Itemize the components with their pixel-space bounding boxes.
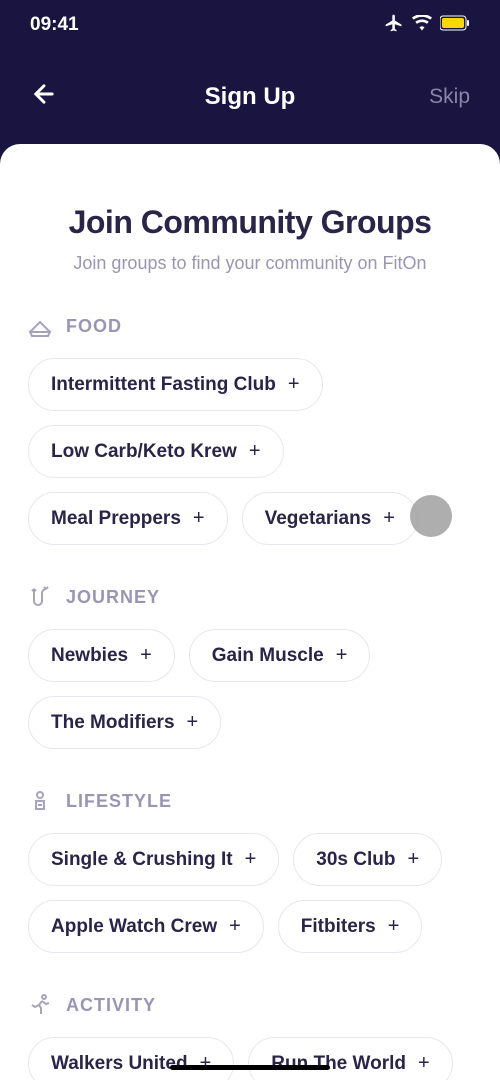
chip-walkers-united[interactable]: Walkers United + bbox=[28, 1037, 234, 1080]
section-header: ACTIVITY bbox=[28, 993, 472, 1017]
chip-label: 30s Club bbox=[316, 849, 395, 871]
plus-icon: + bbox=[245, 848, 257, 871]
plus-icon: + bbox=[249, 440, 261, 463]
chips-row: Intermittent Fasting Club + Low Carb/Keto… bbox=[28, 358, 472, 545]
page-subtitle: Join groups to find your community on Fi… bbox=[28, 253, 472, 274]
section-title: FOOD bbox=[66, 316, 122, 337]
chip-label: Fitbiters bbox=[301, 916, 376, 938]
section-header: FOOD bbox=[28, 314, 472, 338]
lifestyle-icon bbox=[28, 789, 52, 813]
plus-icon: + bbox=[193, 507, 205, 530]
chip-gain-muscle[interactable]: Gain Muscle + bbox=[189, 629, 371, 682]
plus-icon: + bbox=[140, 644, 152, 667]
touch-indicator bbox=[410, 495, 452, 537]
content-panel: Join Community Groups Join groups to fin… bbox=[0, 144, 500, 1080]
chip-newbies[interactable]: Newbies + bbox=[28, 629, 175, 682]
chips-row: Walkers United+ Run The World+ Yoga Love… bbox=[28, 1037, 472, 1080]
chip-vegetarians[interactable]: Vegetarians + bbox=[242, 492, 418, 545]
chip-label: The Modifiers bbox=[51, 712, 175, 734]
home-indicator[interactable] bbox=[170, 1065, 330, 1070]
status-bar: 09:41 bbox=[0, 0, 500, 50]
chip-single-crushing[interactable]: Single & Crushing It + bbox=[28, 833, 279, 886]
plus-icon: + bbox=[407, 848, 419, 871]
journey-icon bbox=[28, 585, 52, 609]
chip-meal-preppers[interactable]: Meal Preppers + bbox=[28, 492, 228, 545]
plus-icon: + bbox=[388, 915, 400, 938]
chip-low-carb-keto[interactable]: Low Carb/Keto Krew + bbox=[28, 425, 284, 478]
status-icons bbox=[384, 13, 470, 38]
activity-icon bbox=[28, 993, 52, 1017]
chip-fitbiters[interactable]: Fitbiters + bbox=[278, 900, 423, 953]
section-title: JOURNEY bbox=[66, 587, 160, 608]
section-lifestyle: LIFESTYLE Single & Crushing It + 30s Club… bbox=[28, 789, 472, 953]
section-title: ACTIVITY bbox=[66, 995, 156, 1016]
section-journey: JOURNEY Newbies + Gain Muscle + The Modifi… bbox=[28, 585, 472, 749]
plus-icon: + bbox=[383, 507, 395, 530]
chip-apple-watch[interactable]: Apple Watch Crew + bbox=[28, 900, 264, 953]
chip-label: Run The World bbox=[271, 1053, 406, 1075]
plus-icon: + bbox=[288, 373, 300, 396]
chips-row: Newbies + Gain Muscle + The Modifiers + bbox=[28, 629, 472, 749]
chip-label: Vegetarians bbox=[265, 508, 372, 530]
section-header: JOURNEY bbox=[28, 585, 472, 609]
chip-label: Low Carb/Keto Krew bbox=[51, 441, 237, 463]
section-title: LIFESTYLE bbox=[66, 791, 172, 812]
battery-icon bbox=[440, 15, 470, 36]
chip-modifiers[interactable]: The Modifiers + bbox=[28, 696, 221, 749]
chips-row: Single & Crushing It + 30s Club + Apple Wa… bbox=[28, 833, 472, 953]
chip-label: Single & Crushing It bbox=[51, 849, 233, 871]
chip-label: Newbies bbox=[51, 645, 128, 667]
section-food: FOOD Intermittent Fasting Club + Low Carb… bbox=[28, 314, 472, 545]
back-button[interactable] bbox=[30, 80, 80, 115]
chip-label: Intermittent Fasting Club bbox=[51, 374, 276, 396]
status-time: 09:41 bbox=[30, 14, 79, 36]
page-title: Join Community Groups bbox=[28, 204, 472, 241]
plus-icon: + bbox=[336, 644, 348, 667]
plus-icon: + bbox=[187, 711, 199, 734]
plus-icon: + bbox=[200, 1052, 212, 1075]
plus-icon: + bbox=[229, 915, 241, 938]
header-title: Sign Up bbox=[80, 83, 420, 111]
wifi-icon bbox=[412, 15, 432, 36]
airplane-icon bbox=[384, 13, 404, 38]
chip-label: Meal Preppers bbox=[51, 508, 181, 530]
chip-intermittent-fasting[interactable]: Intermittent Fasting Club + bbox=[28, 358, 323, 411]
section-header: LIFESTYLE bbox=[28, 789, 472, 813]
chip-label: Gain Muscle bbox=[212, 645, 324, 667]
skip-button[interactable]: Skip bbox=[420, 85, 470, 109]
chip-run-world[interactable]: Run The World + bbox=[248, 1037, 452, 1080]
food-icon bbox=[28, 314, 52, 338]
header: Sign Up Skip bbox=[0, 50, 500, 144]
chip-label: Apple Watch Crew bbox=[51, 916, 217, 938]
chip-label: Walkers United bbox=[51, 1053, 188, 1075]
chip-30s-club[interactable]: 30s Club + bbox=[293, 833, 442, 886]
plus-icon: + bbox=[418, 1052, 430, 1075]
